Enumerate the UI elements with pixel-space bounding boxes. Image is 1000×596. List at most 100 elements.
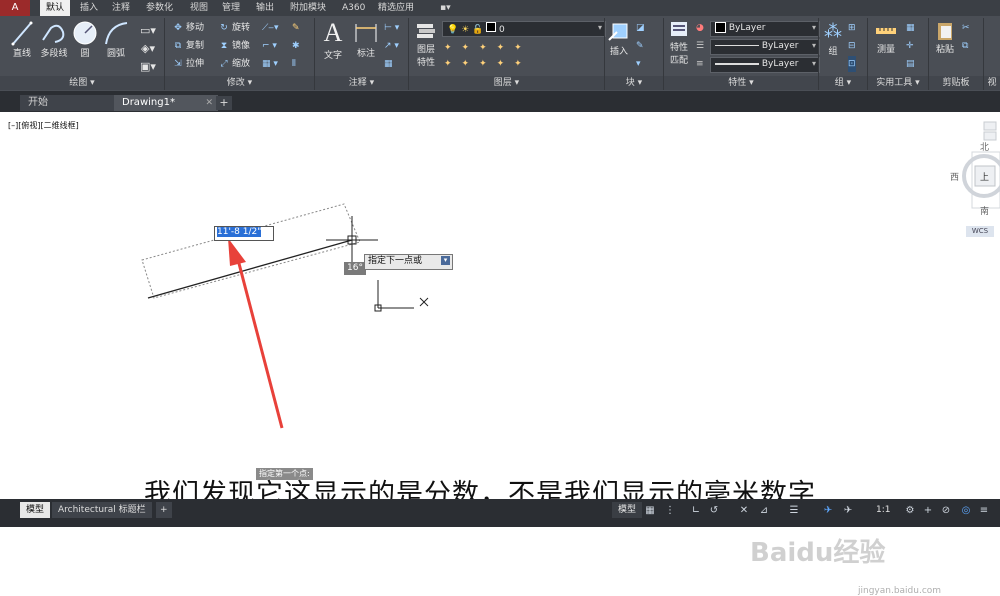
gear-icon[interactable]: ⚙ (904, 505, 916, 517)
tab-annotate[interactable]: 注释 (106, 0, 136, 16)
tab-more-dropdown[interactable]: ▪▾ (434, 0, 457, 16)
viewcube-north[interactable]: 北 (980, 140, 989, 153)
group-edit-icon[interactable]: ⊟ (848, 38, 856, 54)
copy-button[interactable]: ⧉ 复制 (172, 38, 204, 54)
snap-icon[interactable]: ⋮ (664, 505, 676, 517)
tab-drawing1[interactable]: Drawing1* ✕ (114, 95, 218, 111)
measure-button[interactable]: 测量 (872, 20, 900, 55)
view-panel-title[interactable]: 视 (984, 76, 1000, 90)
arc-tool-button[interactable]: 圆弧 (102, 20, 130, 59)
tab-featured-apps[interactable]: 精选应用 (372, 0, 420, 16)
lineweight-dropdown[interactable]: ByLayer ▾ (710, 57, 820, 73)
group-panel-title[interactable]: 组 ▾ (819, 76, 867, 90)
linetype-dropdown[interactable]: ByLayer ▾ (710, 39, 820, 55)
trim-icon[interactable]: ⟋‒▾ (262, 20, 279, 36)
polar-icon[interactable]: ↺ (708, 505, 720, 517)
region-icon[interactable]: ▣▾ (136, 58, 160, 76)
layer-tools-row-1[interactable]: ✦✦✦✦✦ (444, 40, 532, 56)
polyline-tool-button[interactable]: 多段线 (38, 20, 70, 59)
group-button[interactable]: ⁂ 组 (822, 20, 844, 57)
tooltip-options-button[interactable]: ▾ (441, 256, 450, 265)
create-block-icon[interactable]: ◪ (636, 20, 645, 36)
annotation-visibility-icon[interactable]: ✈ (822, 505, 834, 517)
grid-icon[interactable]: ▦ (644, 505, 656, 517)
text-tool-button[interactable]: A 文字 (320, 18, 346, 61)
cut-icon[interactable]: ✂ (962, 20, 970, 36)
clipboard-panel-title[interactable]: 剪贴板 (929, 76, 983, 90)
application-menu-button[interactable]: A (0, 0, 30, 16)
drawing-canvas[interactable]: [–][俯视][二维线框] 11'-8 1/2" 16° 指定下一点或 ▾ 北 … (0, 112, 1000, 596)
tab-addins[interactable]: 附加模块 (284, 0, 332, 16)
new-layout-button[interactable]: + (156, 502, 172, 518)
match-properties-button[interactable]: 特性 匹配 (666, 20, 692, 66)
layer-dropdown[interactable]: 💡 ☀ 🔓 0 ▾ (442, 21, 606, 37)
erase-icon[interactable]: ✎ (292, 20, 300, 36)
draw-panel-title[interactable]: 绘图 ▾ (0, 76, 164, 90)
customization-icon[interactable]: ≡ (978, 505, 990, 517)
properties-panel-title[interactable]: 特性 ▾ (664, 76, 818, 90)
tab-parametric[interactable]: 参数化 (140, 0, 179, 16)
modify-panel-title[interactable]: 修改 ▾ (165, 76, 314, 90)
otrack-icon[interactable]: ⊿ (758, 505, 770, 517)
tab-model[interactable]: 模型 (20, 502, 51, 518)
new-tab-button[interactable]: + (216, 96, 232, 110)
tab-a360[interactable]: A360 (336, 0, 371, 16)
fillet-icon[interactable]: ⌐ ▾ (262, 38, 277, 54)
rectangle-icon[interactable]: ▭▾ (136, 22, 160, 40)
layer-tools-row-2[interactable]: ✦✦✦✦✦ (444, 56, 532, 72)
tab-view[interactable]: 视图 (184, 0, 214, 16)
tab-manage[interactable]: 管理 (216, 0, 246, 16)
hatch-icon[interactable]: ◈▾ (136, 40, 160, 58)
isolate-icon[interactable]: ⊘ (940, 505, 952, 517)
rotate-button[interactable]: ↻ 旋转 (218, 20, 250, 36)
block-attribute-icon[interactable]: ▾ (636, 56, 641, 72)
lineweight-toggle-icon[interactable]: ☰ (788, 505, 800, 517)
scale-button[interactable]: ⤢ 缩放 (218, 56, 250, 72)
circle-tool-button[interactable]: 圆 (72, 20, 98, 59)
hardware-acceleration-icon[interactable]: ◎ (960, 505, 972, 517)
move-button[interactable]: ✥ 移动 (172, 20, 204, 36)
ortho-icon[interactable]: ∟ (690, 505, 702, 517)
stretch-button[interactable]: ⇲ 拉伸 (172, 56, 204, 72)
line-tool-button[interactable]: 直线 (8, 20, 36, 59)
tab-insert[interactable]: 插入 (74, 0, 104, 16)
paste-button[interactable]: 粘贴 (932, 20, 958, 55)
group-select-icon[interactable]: ⊡ (848, 56, 856, 72)
ungroup-icon[interactable]: ⊞ (848, 20, 856, 36)
quick-select-icon[interactable]: ▤ (906, 56, 915, 72)
dimension-tool-button[interactable]: 标注 (352, 20, 380, 59)
utilities-panel-title[interactable]: 实用工具 ▾ (868, 76, 928, 90)
auto-scale-icon[interactable]: ✈ (842, 505, 854, 517)
layer-properties-button[interactable]: 图层 特性 (414, 20, 438, 68)
wcs-menu[interactable]: WCS (966, 226, 994, 237)
table-icon[interactable]: ▦ (384, 56, 393, 72)
viewcube-top[interactable]: 上 (980, 170, 989, 183)
block-panel-title[interactable]: 块 ▾ (605, 76, 663, 90)
mirror-button[interactable]: ⧗ 镜像 (218, 38, 250, 54)
annotation-scale[interactable]: 1:1 (870, 502, 896, 518)
tab-output[interactable]: 输出 (250, 0, 280, 16)
model-space-toggle[interactable]: 模型 (612, 502, 643, 518)
copy-clip-icon[interactable]: ⧉ (962, 38, 968, 54)
add-icon[interactable]: + (922, 505, 934, 517)
osnap-icon[interactable]: ✕ (738, 505, 750, 517)
edit-block-icon[interactable]: ✎ (636, 38, 644, 54)
viewcube-south[interactable]: 南 (980, 204, 989, 217)
tab-layout-architectural[interactable]: Architectural 标题栏 (52, 502, 152, 518)
leader-icon[interactable]: ⊢ ▾ (384, 20, 399, 36)
calculator-icon[interactable]: ▦ (906, 20, 915, 36)
insert-block-button[interactable]: 插入 (606, 20, 632, 57)
point-filter-icon[interactable]: ✛ (906, 38, 914, 54)
tab-default[interactable]: 默认 (40, 0, 71, 16)
draw-more-icons[interactable]: ▭▾ ◈▾ ▣▾ (136, 22, 160, 76)
multileader-icon[interactable]: ↗ ▾ (384, 38, 399, 54)
explode-icon[interactable]: ✱ (292, 38, 300, 54)
viewcube-west[interactable]: 西 (950, 170, 959, 183)
offset-icon[interactable]: ⫴ (292, 56, 296, 72)
array-icon[interactable]: ▦ ▾ (262, 56, 278, 72)
dynamic-input-field[interactable]: 11'-8 1/2" (214, 226, 274, 241)
close-icon[interactable]: ✕ (205, 95, 213, 111)
color-dropdown[interactable]: ByLayer ▾ (710, 21, 820, 37)
annotation-panel-title[interactable]: 注释 ▾ (315, 76, 408, 90)
tab-start[interactable]: 开始 (20, 95, 114, 111)
